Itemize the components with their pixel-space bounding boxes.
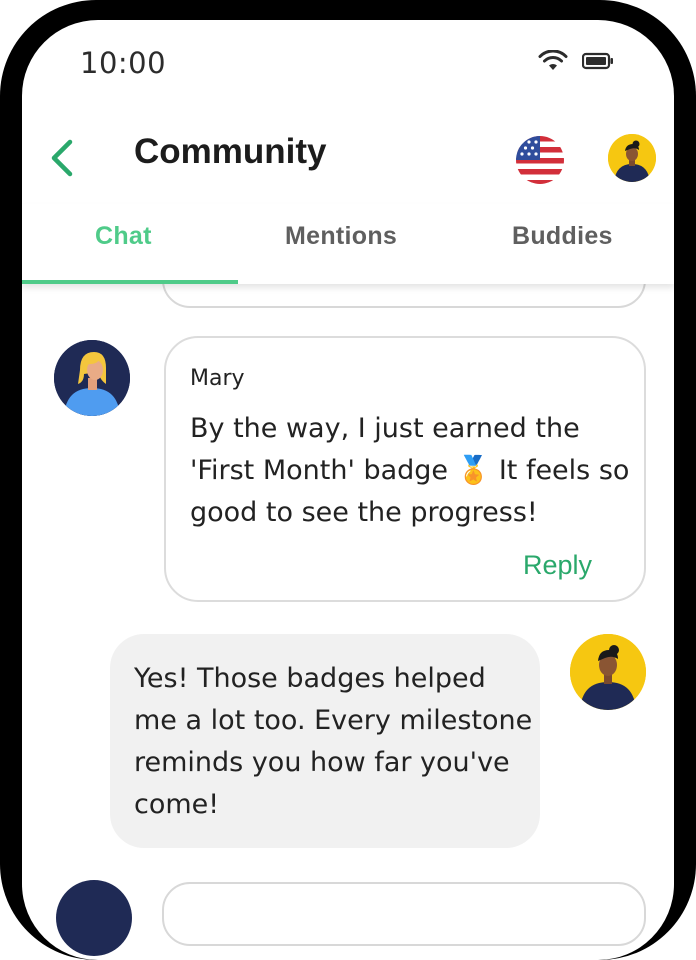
message-author: Mary xyxy=(190,366,245,391)
back-arrow-icon[interactable] xyxy=(46,138,78,178)
outgoing-message-bubble: Yes! Those badges helped me a lot too. E… xyxy=(110,634,540,848)
status-icons xyxy=(538,50,614,72)
side-button xyxy=(0,288,8,384)
wifi-icon xyxy=(538,50,568,70)
reply-button[interactable]: Reply xyxy=(523,550,592,581)
tab-bar: Chat Mentions Buddies xyxy=(22,204,674,284)
avatar[interactable] xyxy=(56,880,132,956)
message-bubble xyxy=(162,882,646,946)
profile-avatar[interactable] xyxy=(608,134,656,182)
app-header: Community xyxy=(22,102,674,212)
message-text: By the way, I just earned the 'First Mon… xyxy=(190,413,630,528)
status-time: 10:00 xyxy=(80,46,167,80)
tab-buddies[interactable]: Buddies xyxy=(512,222,613,251)
message-text: Yes! Those badges helped me a lot too. E… xyxy=(134,663,533,820)
page-title: Community xyxy=(134,132,327,171)
avatar[interactable] xyxy=(54,340,130,416)
phone-screen: 10:00 Community Chat Mentions Buddies Ma… xyxy=(22,20,674,960)
avatar[interactable] xyxy=(570,634,646,710)
tab-mentions[interactable]: Mentions xyxy=(285,222,397,251)
chat-feed[interactable]: Reply Mary By the way, I just earned the… xyxy=(22,230,674,960)
side-button xyxy=(0,418,8,514)
side-button xyxy=(684,326,696,466)
us-flag-icon[interactable] xyxy=(516,136,564,184)
tab-chat[interactable]: Chat xyxy=(95,222,152,251)
message-bubble: Mary By the way, I just earned the 'Firs… xyxy=(164,336,646,602)
side-button xyxy=(0,190,8,240)
battery-icon xyxy=(582,52,613,70)
active-tab-indicator xyxy=(22,280,238,284)
